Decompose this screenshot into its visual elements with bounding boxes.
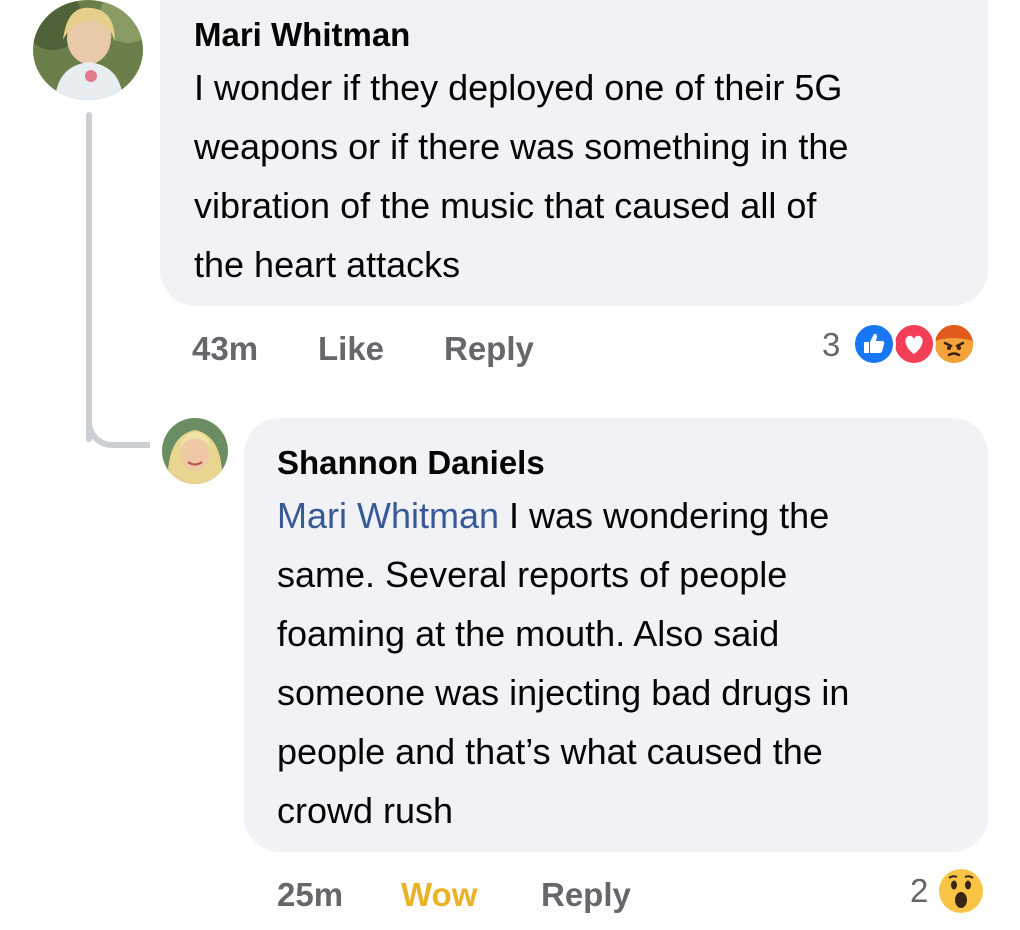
comment-line: weapons or if there was something in the	[194, 126, 849, 167]
comment-author[interactable]: Mari Whitman	[194, 16, 410, 54]
wow-icon[interactable]	[936, 866, 986, 916]
thread-line	[86, 112, 92, 442]
comment-line: same. Several reports of people	[277, 554, 788, 595]
comment-line: the heart attacks	[194, 244, 461, 285]
reaction-count[interactable]: 3	[822, 326, 840, 364]
comment-line: vibration of the music that caused all o…	[194, 185, 817, 226]
love-icon[interactable]	[892, 322, 936, 366]
comment-line: I wonder if they deployed one of their 5…	[194, 67, 843, 108]
mention-link[interactable]: Mari Whitman	[277, 495, 499, 536]
comment-text: Mari Whitman I was wondering the same. S…	[277, 486, 849, 840]
comment-author[interactable]: Shannon Daniels	[277, 444, 545, 482]
avatar-shannon-daniels[interactable]	[162, 418, 228, 484]
like-icon[interactable]	[852, 322, 896, 366]
reply-button[interactable]: Reply	[541, 876, 631, 914]
avatar-mari-whitman[interactable]	[33, 0, 143, 100]
wow-reaction-button[interactable]: Wow	[401, 876, 477, 914]
timestamp[interactable]: 25m	[277, 876, 343, 914]
comment-line: someone was injecting bad drugs in	[277, 672, 850, 713]
timestamp[interactable]: 43m	[192, 330, 258, 368]
angry-icon[interactable]	[932, 322, 976, 366]
reply-button[interactable]: Reply	[444, 330, 534, 368]
thread-branch	[86, 420, 150, 448]
comment-line-text: I was wondering the	[499, 495, 830, 536]
comment-text: I wonder if they deployed one of their 5…	[194, 58, 848, 294]
like-button[interactable]: Like	[318, 330, 384, 368]
comment-line: foaming at the mouth. Also said	[277, 613, 780, 654]
reaction-count[interactable]: 2	[910, 872, 928, 910]
comment-line: crowd rush	[277, 790, 454, 831]
comment-line: people and that’s what caused the	[277, 731, 823, 772]
comment-line: Mari Whitman I was wondering the	[277, 486, 849, 545]
